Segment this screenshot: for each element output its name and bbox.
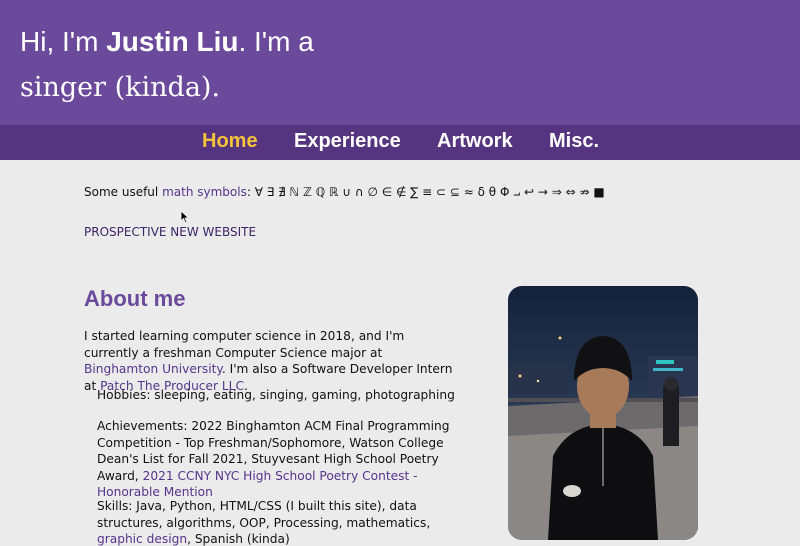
skills-text: Skills: Java, Python, HTML/CSS (I built … <box>97 498 472 546</box>
nav-artwork[interactable]: Artwork <box>437 130 513 153</box>
about-intro: I started learning computer science in 2… <box>84 328 454 394</box>
math-prefix: Some useful <box>84 185 163 199</box>
mouse-cursor-icon <box>180 210 190 224</box>
math-symbol-list: : ∀ ∃ ∄ ℕ ℤ ℚ ℝ ∪ ∩ ∅ ∈ ∉ ∑ ≡ ⊂ ⊆ ≈ δ θ … <box>246 185 605 199</box>
intro-pre: Hi, I'm <box>20 26 107 57</box>
intro-text-a: I started learning computer science in 2… <box>84 329 405 360</box>
math-symbols-link[interactable]: math symbols <box>162 185 247 199</box>
skills-tail: , Spanish (kinda) <box>187 532 290 546</box>
skills-body: Skills: Java, Python, HTML/CSS (I built … <box>97 499 431 530</box>
intro-heading: Hi, I'm Justin Liu. I'm a <box>20 26 314 58</box>
nav-misc[interactable]: Misc. <box>549 130 599 153</box>
main-navbar: Home Experience Artwork Misc. <box>0 125 800 160</box>
intro-rotating-role: singer (kinda). <box>20 72 221 103</box>
math-symbols-line: Some useful math symbols: ∀ ∃ ∄ ℕ ℤ ℚ ℝ … <box>84 185 605 200</box>
ccny-poetry-link[interactable]: 2021 CCNY NYC High School Poetry Contest… <box>97 469 418 500</box>
binghamton-link[interactable]: Binghamton University <box>84 362 222 376</box>
hobbies-text: Hobbies: sleeping, eating, singing, gami… <box>97 388 455 402</box>
about-heading: About me <box>84 286 186 311</box>
profile-photo <box>508 286 698 540</box>
prospective-website-link[interactable]: PROSPECTIVE NEW WEBSITE <box>84 225 256 239</box>
nav-home[interactable]: Home <box>202 130 258 153</box>
graphic-design-link[interactable]: graphic design <box>97 532 187 546</box>
intro-post: . I'm a <box>238 26 314 57</box>
site-header: Hi, I'm Justin Liu. I'm a singer (kinda)… <box>0 0 800 125</box>
achievements-text: Achievements: 2022 Binghamton ACM Final … <box>97 418 472 501</box>
nav-experience[interactable]: Experience <box>294 130 401 153</box>
intro-name: Justin Liu <box>106 26 239 57</box>
